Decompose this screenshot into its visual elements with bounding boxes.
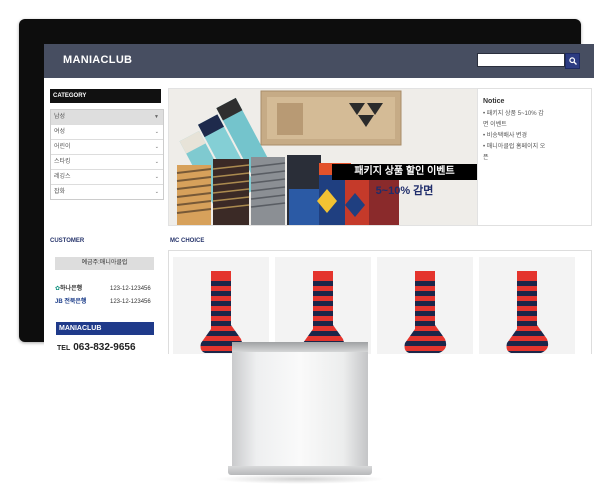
search-button[interactable]	[565, 53, 580, 69]
product-card[interactable]	[479, 257, 575, 354]
promo-banner[interactable]: 패키지 상품 할인 이벤트 5~10% 감면	[168, 88, 478, 226]
striped-sock-image	[404, 271, 447, 353]
chevron-down-icon: ⌄	[154, 129, 159, 135]
account-holder-label: 예금주:매니아클럽	[55, 257, 154, 270]
mc-choice-title: MC CHOICE	[170, 238, 205, 244]
category-item-label: 레깅스	[54, 174, 71, 180]
bank-account: 123-12-123456	[110, 286, 151, 292]
category-item-label: 여성	[54, 129, 66, 135]
category-item-label: 남성	[54, 114, 66, 120]
category-item-men[interactable]: 남성 ▼	[51, 110, 163, 125]
chevron-down-icon: ⌄	[154, 144, 159, 150]
chevron-down-icon: ⌄	[154, 189, 159, 195]
category-item-accessories[interactable]: 잡화 ⌄	[51, 185, 163, 199]
bank-row-hana: ✿하나은행 123-12-123456	[55, 283, 151, 292]
chevron-down-icon: ⌄	[154, 174, 159, 180]
category-item-stockings[interactable]: 스타킹 ⌄	[51, 155, 163, 170]
stand-shadow	[215, 474, 385, 484]
caret-down-icon: ▼	[154, 114, 159, 120]
notice-item[interactable]: • 매니아클럽 홈페이지 오	[483, 142, 585, 153]
striped-sock-image	[506, 271, 549, 353]
jb-bank-logo: JB 전북은행	[55, 296, 95, 305]
phone-number: TEL 063-832-9656	[57, 342, 136, 353]
banner-discount-text: 5~10% 감면	[375, 185, 434, 197]
bank-name: 하나은행	[60, 286, 83, 292]
customer-logo-bar: MANIACLUB	[56, 322, 154, 335]
notice-item[interactable]: • 패키지 상품 5~10% 감	[483, 109, 585, 120]
banner-event-badge: 패키지 상품 할인 이벤트	[332, 164, 477, 180]
notice-item[interactable]: 면 이벤트	[483, 120, 585, 131]
category-title: CATEGORY	[50, 89, 161, 103]
notice-panel: Notice • 패키지 상품 5~10% 감 면 이벤트 • 비송택배사 변경…	[477, 88, 592, 226]
category-item-label: 잡화	[54, 189, 66, 195]
product-card[interactable]	[173, 257, 269, 354]
tel-label: TEL	[57, 345, 71, 352]
notice-item[interactable]: • 비송택배사 변경	[483, 131, 585, 142]
site-header: MANIACLUB	[44, 44, 594, 78]
product-card[interactable]	[377, 257, 473, 354]
category-item-label: 스타킹	[54, 159, 71, 165]
category-item-leggings[interactable]: 레깅스 ⌄	[51, 170, 163, 185]
tel-number: 063-832-9656	[73, 342, 136, 353]
product-card[interactable]	[275, 257, 371, 354]
customer-title: CUSTOMER	[50, 238, 85, 244]
category-item-kids[interactable]: 어린이 ⌄	[51, 140, 163, 155]
bank-name: JB 전북은행	[55, 299, 87, 305]
notice-title: Notice	[483, 98, 505, 105]
chevron-down-icon: ⌄	[154, 159, 159, 165]
monitor-stand	[232, 342, 368, 470]
monitor-frame: MANIACLUB CATEGORY 남성 ▼ 여성 ⌄ 어린이 ⌄ 스타킹 ⌄ 레깅스…	[19, 19, 594, 354]
bank-row-jb: JB 전북은행 123-12-123456	[55, 296, 151, 305]
search-input[interactable]	[477, 53, 565, 67]
hana-bank-logo: ✿하나은행	[55, 286, 83, 292]
site-logo[interactable]: MANIACLUB	[63, 54, 132, 66]
bank-account: 123-12-123456	[110, 299, 151, 305]
notice-item[interactable]: 픈	[483, 153, 585, 164]
category-item-label: 어린이	[54, 144, 71, 150]
category-item-women[interactable]: 여성 ⌄	[51, 125, 163, 140]
category-list: 남성 ▼ 여성 ⌄ 어린이 ⌄ 스타킹 ⌄ 레깅스 ⌄ 잡화 ⌄	[50, 109, 164, 200]
search-icon	[569, 57, 577, 65]
product-grid	[168, 250, 592, 354]
screen: MANIACLUB CATEGORY 남성 ▼ 여성 ⌄ 어린이 ⌄ 스타킹 ⌄ 레깅스…	[44, 44, 594, 354]
banner-socks-image	[176, 90, 402, 225]
